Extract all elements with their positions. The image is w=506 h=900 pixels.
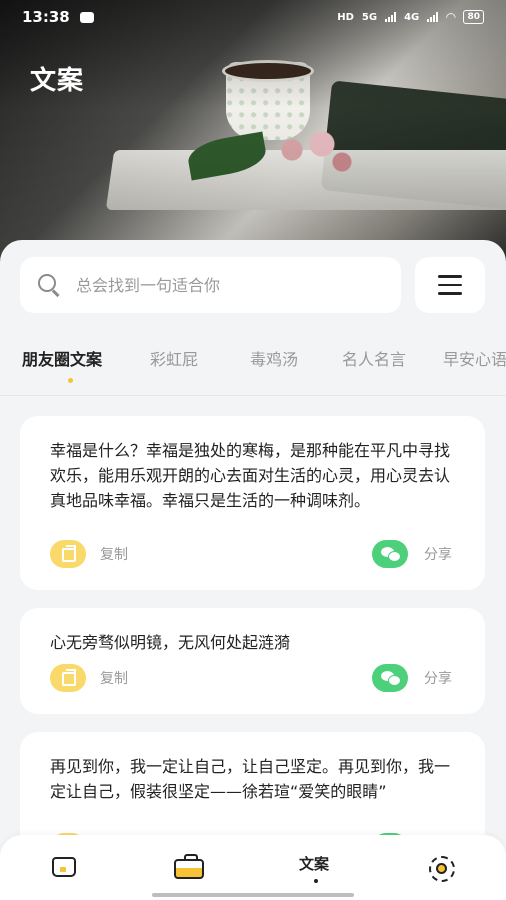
nav-toolbox[interactable] — [170, 853, 210, 883]
content-sheet: 朋友圈文案 彩虹屁 毒鸡汤 名人名言 早安心语 幸福是什么？幸福是独处的寒梅，是… — [0, 240, 506, 900]
hd-label: HD — [337, 11, 354, 23]
hero-shade — [0, 0, 506, 270]
status-bar: 13:38 HD 5G 4G ◠ 80 — [0, 0, 506, 34]
home-icon — [52, 857, 76, 877]
home-indicator — [152, 893, 354, 897]
copy-icon — [50, 664, 86, 692]
menu-button[interactable] — [415, 257, 485, 313]
copy-label: 复制 — [100, 547, 128, 563]
tab-famous-quotes[interactable]: 名人名言 — [342, 346, 406, 370]
nav-copywriting[interactable]: 文案 — [299, 853, 329, 874]
nav-active-dot — [314, 879, 318, 883]
share-label: 分享 — [424, 671, 452, 687]
signal-bars-icon — [385, 12, 397, 22]
quote-text: 再见到你，我一定让自己，让自己坚定。再见到你，我一定让自己，假装很坚定——徐若瑄… — [50, 757, 451, 801]
status-right: HD 5G 4G ◠ 80 — [337, 10, 484, 24]
copy-label: 复制 — [100, 671, 128, 687]
share-button[interactable]: 分享 — [372, 663, 472, 693]
search-bar[interactable] — [20, 257, 401, 313]
bottom-nav: 文案 — [0, 835, 506, 900]
tabs-divider — [0, 395, 506, 396]
wechat-icon — [372, 540, 408, 568]
hero-image — [0, 0, 506, 270]
share-label: 分享 — [424, 547, 452, 563]
battery-icon: 80 — [463, 10, 484, 24]
copy-button[interactable]: 复制 — [50, 539, 160, 569]
notification-icon — [79, 11, 94, 23]
copy-button[interactable]: 复制 — [50, 663, 160, 693]
tab-good-morning[interactable]: 早安心语 — [443, 346, 506, 370]
signal-bars-icon-2 — [427, 12, 439, 22]
signal-5g-label: 5G — [361, 11, 378, 23]
tab-friends-circle[interactable]: 朋友圈文案 — [22, 346, 102, 370]
wechat-icon — [372, 664, 408, 692]
quote-text: 心无旁骛似明镜，无风何处起涟漪 — [50, 633, 291, 652]
tab-rainbow-fart[interactable]: 彩虹屁 — [150, 346, 198, 370]
briefcase-icon — [174, 854, 204, 879]
search-input[interactable] — [76, 275, 356, 295]
share-button[interactable]: 分享 — [372, 539, 472, 569]
menu-icon-line — [438, 292, 462, 295]
menu-icon-line — [438, 275, 462, 278]
category-tabs: 朋友圈文案 彩虹屁 毒鸡汤 名人名言 早安心语 — [0, 346, 506, 390]
signal-4g-label: 4G — [404, 11, 420, 23]
nav-home[interactable] — [44, 853, 84, 883]
menu-icon-line — [438, 283, 462, 287]
quote-card: 心无旁骛似明镜，无风何处起涟漪 复制 分享 — [20, 608, 485, 714]
tab-poison-soup[interactable]: 毒鸡汤 — [250, 346, 298, 370]
page-title: 文案 — [30, 66, 85, 96]
gear-icon — [429, 856, 455, 882]
quote-text: 幸福是什么？幸福是独处的寒梅，是那种能在平凡中寻找欢乐，能用乐观开朗的心去面对生… — [50, 441, 451, 510]
wifi-icon: ◠ — [446, 10, 456, 24]
copy-icon — [50, 540, 86, 568]
nav-settings[interactable] — [423, 853, 463, 883]
status-time: 13:38 — [22, 8, 70, 26]
search-icon — [38, 274, 60, 296]
quote-card: 幸福是什么？幸福是独处的寒梅，是那种能在平凡中寻找欢乐，能用乐观开朗的心去面对生… — [20, 416, 485, 590]
active-tab-indicator — [68, 378, 73, 383]
